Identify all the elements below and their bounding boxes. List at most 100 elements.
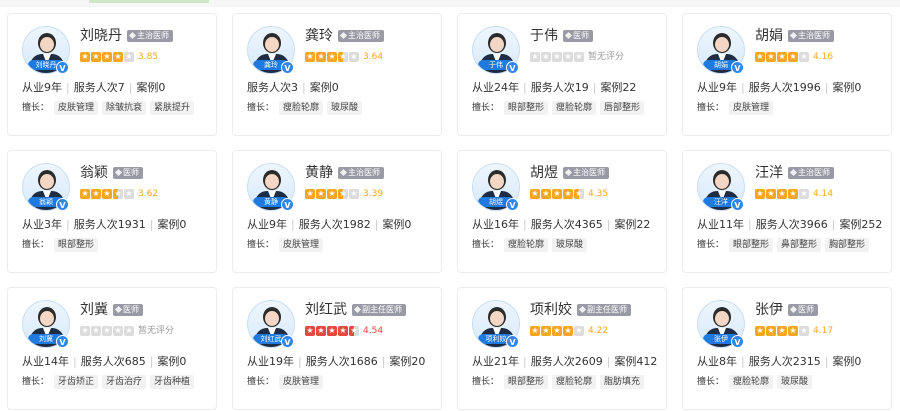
title-badge: 副主任医师 [352,304,406,316]
doctor-card[interactable]: 胡煜 V 胡煜 主治医师 ★ ★ ★ ★ ★ 4.35 从业16年 | 服务人次4365 | 案例22 擅长：… [457,150,667,273]
stat-item: 案例22 [614,218,651,231]
doctor-stats: 从业16年 | 服务人次4365 | 案例22 [472,218,650,232]
doctor-name[interactable]: 胡娟 [755,27,783,45]
verified-v-icon: V [731,198,744,211]
doctor-skills: 擅长： 皮肤管理 除皱抗衰 紧肤提升 [22,101,195,115]
stat-item: 案例252 [839,218,883,231]
skill-tag[interactable]: 胸部整形 [825,238,870,252]
skills-label: 擅长： [247,103,275,113]
skill-tag[interactable]: 瘦脸轮廓 [504,238,549,252]
star-icon: ★ [552,326,562,336]
star-icon: ★ [574,189,584,199]
doctor-name[interactable]: 刘红武 [305,301,347,319]
doctor-card[interactable]: 刘晓丹 V 刘晓丹 主治医师 ★ ★ ★ ★ ★ 3.85 从业9年 | 服务人次7 | 案例0 擅长： 皮肤管… [7,13,217,136]
doctor-name[interactable]: 汪洋 [755,164,783,182]
doctor-card[interactable]: 黄静 V 黄静 主治医师 ★ ★ ★ ★ ★ 3.39 从业9年 | 服务人次1982 | 案例0 擅长： 皮肤… [232,150,442,273]
doctor-card[interactable]: 胡娟 V 胡娟 主治医师 ★ ★ ★ ★ ★ 4.16 从业9年 | 服务人次1996 | 案例0 擅长： 皮肤… [682,13,892,136]
stat-divider: | [824,355,829,368]
doctor-card[interactable]: 于伟 V 于伟 医师 ★ ★ ★ ★ ★ 暂无评分 从业24年 | 服务人次19 | 案例22 擅长： 眼部整形… [457,13,667,136]
doctor-name[interactable]: 胡煜 [530,164,558,182]
skill-tag[interactable]: 眼部整形 [729,238,774,252]
star-icon: ★ [327,326,337,336]
star-icon: ★ [552,52,562,62]
doctor-name[interactable]: 刘冀 [80,301,108,319]
skill-tag[interactable]: 皮肤管理 [729,101,774,115]
star-icon: ★ [799,189,809,199]
stat-divider: | [149,218,154,231]
skill-tag[interactable]: 眼部整形 [504,375,549,389]
skill-tag[interactable]: 除皱抗衰 [102,101,147,115]
star-icon: ★ [80,52,90,62]
stat-item: 服务人次4365 [530,218,603,231]
skill-tag[interactable]: 眼部整形 [54,238,99,252]
doctor-card[interactable]: 张伊 V 张伊 医师 ★ ★ ★ ★ ★ 4.17 从业8年 | 服务人次2315 | 案例0 擅长： 瘦脸轮廓… [682,287,892,410]
skill-tag[interactable]: 脂肪填充 [600,375,645,389]
doctor-name[interactable]: 刘晓丹 [80,27,122,45]
doctor-name[interactable]: 龚玲 [305,27,333,45]
skill-tag[interactable]: 牙齿矫正 [54,375,99,389]
doctor-card[interactable]: 项利姣 V 项利姣 副主任医师 ★ ★ ★ ★ ★ 4.22 从业21年 | 服务人次2609 | 案例41… [457,287,667,410]
skill-tag[interactable]: 玻尿酸 [552,238,588,252]
title-badge: 主治医师 [788,30,834,42]
rating-stars: ★ ★ ★ ★ ★ [80,326,134,336]
skill-tag[interactable]: 皮肤管理 [54,101,99,115]
doctor-stats: 从业9年 | 服务人次1982 | 案例0 [247,218,411,232]
rating-score: 4.16 [813,52,834,62]
stat-item: 案例412 [614,355,658,368]
doctor-name[interactable]: 项利姣 [530,301,572,319]
stat-divider: | [374,218,379,231]
star-icon: ★ [102,326,112,336]
stat-divider: | [128,81,133,94]
stat-divider: | [741,81,745,94]
stat-divider: | [73,355,77,368]
skill-tag[interactable]: 鼻部整形 [777,238,822,252]
stat-item: 案例0 [157,355,187,368]
skill-tag[interactable]: 眼部整形 [504,101,549,115]
doctor-name[interactable]: 张伊 [755,301,783,319]
star-icon: ★ [799,326,809,336]
skill-tag[interactable]: 瘦脸轮廓 [279,101,324,115]
doctor-card[interactable]: 翁颖 V 翁颖 医师 ★ ★ ★ ★ ★ 3.62 从业3年 | 服务人次1931 | 案例0 擅长： 眼部整形 [7,150,217,273]
star-icon: ★ [316,189,326,199]
star-icon: ★ [102,189,112,199]
verified-v-icon: V [506,335,519,348]
skill-tag[interactable]: 牙齿治疗 [102,375,147,389]
skill-tag[interactable]: 玻尿酸 [327,101,363,115]
skill-tag[interactable]: 紧肤提升 [150,101,195,115]
skill-tag[interactable]: 牙齿种植 [150,375,195,389]
doctor-name[interactable]: 翁颖 [80,164,108,182]
stat-divider: | [381,355,386,368]
stat-divider: | [66,81,70,94]
skill-tag[interactable]: 皮肤管理 [279,238,324,252]
skill-tag[interactable]: 皮肤管理 [279,375,324,389]
skill-tag[interactable]: 瘦脸轮廓 [729,375,774,389]
rating-stars: ★ ★ ★ ★ ★ [755,326,809,336]
skills-label: 擅长： [697,240,725,250]
doctor-skills: 擅长： 皮肤管理 [247,375,324,389]
star-icon: ★ [91,52,101,62]
skill-tag[interactable]: 玻尿酸 [777,375,813,389]
skill-tag[interactable]: 瘦脸轮廓 [552,375,597,389]
star-icon: ★ [799,52,809,62]
doctor-skills: 擅长： 皮肤管理 [697,101,774,115]
skills-label: 擅长： [472,377,500,387]
star-icon: ★ [305,52,315,62]
doctor-card[interactable]: 刘红武 V 刘红武 副主任医师 ★ ★ ★ ★ ★ 4.54 从业19年 | 服务人次1686 | 案例20… [232,287,442,410]
skill-tag[interactable]: 唇部整形 [600,101,645,115]
stat-item: 服务人次7 [73,81,125,94]
doctor-card[interactable]: 龚玲 V 龚玲 主治医师 ★ ★ ★ ★ ★ 3.64 服务人次3 | 案例0 擅长： 瘦脸轮廓 玻尿酸 [232,13,442,136]
doctor-skills: 擅长： 瘦脸轮廓 玻尿酸 [472,238,588,252]
rating-score: 3.85 [138,52,159,62]
stat-divider: | [592,81,597,94]
stat-item: 服务人次1686 [305,355,378,368]
skill-tag[interactable]: 瘦脸轮廓 [552,101,597,115]
doctor-name[interactable]: 黄静 [305,164,333,182]
skills-label: 擅长： [247,240,275,250]
star-icon: ★ [91,326,101,336]
doctor-stats: 从业14年 | 服务人次685 | 案例0 [22,355,186,369]
stat-item: 从业24年 [472,81,519,94]
star-icon: ★ [124,52,134,62]
doctor-card[interactable]: 汪洋 V 汪洋 主治医师 ★ ★ ★ ★ ★ 4.14 从业11年 | 服务人次3966 | 案例252 擅长… [682,150,892,273]
doctor-card[interactable]: 刘冀 V 刘冀 医师 ★ ★ ★ ★ ★ 暂无评分 从业14年 | 服务人次685 | 案例0 擅长： 牙齿矫正… [7,287,217,410]
doctor-name[interactable]: 于伟 [530,27,558,45]
